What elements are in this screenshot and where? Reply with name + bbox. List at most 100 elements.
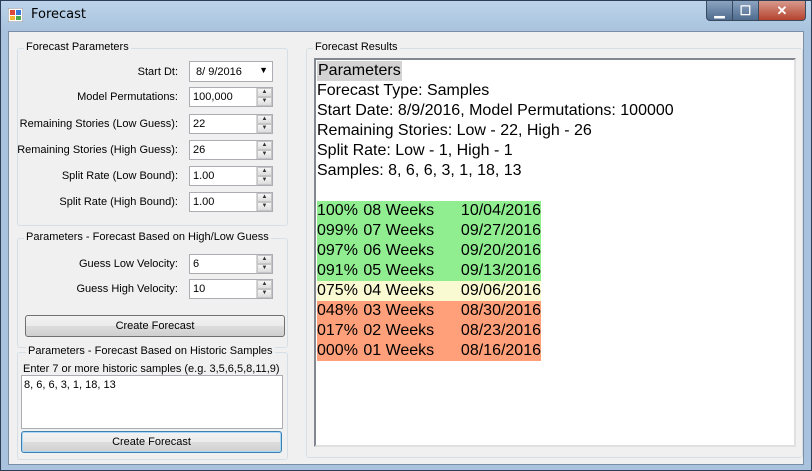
forecast-weeks: 08 Weeks (363, 202, 435, 219)
forecast-percent: 097% (317, 242, 358, 259)
results-line: Start Date: 8/9/2016, Model Permutations… (317, 102, 674, 119)
split-rate-high-label: Split Rate (High Bound): (59, 196, 178, 208)
spin-up-icon[interactable]: ▲ (257, 193, 272, 202)
remaining-stories-low-value[interactable]: 22 (190, 115, 256, 133)
spinner[interactable]: ▲ ▼ (256, 115, 272, 133)
guess-high-velocity-value[interactable]: 10 (190, 280, 256, 298)
maximize-icon: ☐ (739, 2, 752, 18)
split-rate-low-value[interactable]: 1.00 (190, 167, 256, 185)
spin-down-icon[interactable]: ▼ (257, 176, 272, 185)
spin-up-icon[interactable]: ▲ (257, 88, 272, 97)
spin-up-icon[interactable]: ▲ (257, 115, 272, 124)
forecast-date: 08/23/2016 (460, 322, 541, 339)
title-bar[interactable]: Forecast ▁ ☐ ✕ (1, 1, 811, 31)
guess-high-velocity-label: Guess High Velocity: (76, 283, 179, 295)
split-rate-low-label: Split Rate (Low Bound): (61, 170, 178, 182)
forecast-weeks: 06 Weeks (363, 242, 435, 259)
spinner[interactable]: ▲ ▼ (256, 88, 272, 106)
split-rate-low-input[interactable]: 1.00 ▲ ▼ (189, 166, 273, 186)
results-line: Remaining Stories: Low - 22, High - 26 (317, 122, 592, 139)
spinner[interactable]: ▲ ▼ (256, 280, 272, 298)
forecast-percent: 091% (317, 262, 358, 279)
results-line: Forecast Type: Samples (317, 82, 490, 99)
forecast-parameters-title: Forecast Parameters (24, 41, 131, 53)
model-permutations-value[interactable]: 100,000 (190, 88, 256, 106)
spin-down-icon[interactable]: ▼ (257, 124, 272, 133)
start-dt-label: Start Dt: (137, 66, 178, 78)
remaining-stories-low-input[interactable]: 22 ▲ ▼ (189, 114, 273, 134)
close-button[interactable]: ✕ (759, 1, 806, 21)
minimize-icon: ▁ (714, 2, 725, 18)
spin-up-icon[interactable]: ▲ (257, 141, 272, 150)
forecast-percent: 075% (317, 282, 358, 299)
forecast-date: 09/20/2016 (460, 242, 541, 259)
client-area: Forecast Parameters Start Dt: 8/ 9/2016 … (8, 31, 804, 465)
forecast-window: Forecast ▁ ☐ ✕ Forecast Parameters Start… (0, 0, 812, 471)
forecast-weeks: 03 Weeks (363, 302, 435, 319)
forecast-results-box[interactable]: Parameters Forecast Type: Samples Start … (314, 58, 796, 447)
spinner[interactable]: ▲ ▼ (256, 167, 272, 185)
chevron-down-icon[interactable]: ▼ (259, 65, 268, 75)
forecast-percent: 048% (317, 302, 358, 319)
guess-low-velocity-input[interactable]: 6 ▲ ▼ (189, 254, 273, 274)
forecast-row: 097% 06 Weeks 09/20/2016 (317, 241, 541, 261)
forecast-row: 100% 08 Weeks 10/04/2016 (317, 201, 541, 221)
historic-parameters-title: Parameters - Forecast Based on Historic … (26, 345, 275, 357)
create-forecast-guess-button[interactable]: Create Forecast (25, 315, 285, 337)
spin-down-icon[interactable]: ▼ (257, 202, 272, 211)
forecast-row: 075% 04 Weeks 09/06/2016 (317, 281, 541, 301)
create-forecast-historic-label: Create Forecast (112, 436, 191, 448)
spin-down-icon[interactable]: ▼ (257, 97, 272, 106)
spin-up-icon[interactable]: ▲ (257, 167, 272, 176)
start-date-value: 8/ 9/2016 (196, 66, 242, 78)
window-title: Forecast (31, 7, 87, 22)
spinner[interactable]: ▲ ▼ (256, 255, 272, 273)
guess-low-velocity-value[interactable]: 6 (190, 255, 256, 273)
results-line: Samples: 8, 6, 6, 3, 1, 18, 13 (317, 162, 522, 179)
forecast-row: 048% 03 Weeks 08/30/2016 (317, 301, 541, 321)
forecast-date: 09/06/2016 (460, 282, 541, 299)
forecast-table: 100% 08 Weeks 10/04/2016 099% 07 Weeks 09/27… (317, 201, 794, 361)
spin-down-icon[interactable]: ▼ (257, 150, 272, 159)
forecast-date: 08/30/2016 (460, 302, 541, 319)
forecast-percent: 000% (317, 342, 358, 359)
create-forecast-historic-button[interactable]: Create Forecast (21, 431, 282, 453)
app-icon (8, 8, 23, 22)
split-rate-high-input[interactable]: 1.00 ▲ ▼ (189, 192, 273, 212)
remaining-stories-high-input[interactable]: 26 ▲ ▼ (189, 140, 273, 160)
historic-samples-hint: Enter 7 or more historic samples (e.g. 3… (23, 363, 280, 375)
forecast-weeks: 07 Weeks (363, 222, 435, 239)
minimize-button[interactable]: ▁ (706, 1, 733, 21)
forecast-weeks: 02 Weeks (363, 322, 435, 339)
forecast-date: 10/04/2016 (460, 202, 541, 219)
forecast-weeks: 04 Weeks (363, 282, 435, 299)
forecast-row: 091% 05 Weeks 09/13/2016 (317, 261, 541, 281)
start-date-picker[interactable]: 8/ 9/2016 ▼ (189, 61, 273, 82)
forecast-date: 09/13/2016 (460, 262, 541, 279)
spin-up-icon[interactable]: ▲ (257, 280, 272, 289)
forecast-row: 017% 02 Weeks 08/23/2016 (317, 321, 541, 341)
maximize-button[interactable]: ☐ (733, 1, 759, 21)
forecast-percent: 099% (317, 222, 358, 239)
results-heading: Parameters (317, 61, 402, 81)
remaining-stories-high-label: Remaining Stories (High Guess): (17, 144, 178, 156)
spin-down-icon[interactable]: ▼ (257, 289, 272, 298)
remaining-stories-low-label: Remaining Stories (Low Guess): (19, 118, 178, 130)
guess-high-velocity-input[interactable]: 10 ▲ ▼ (189, 279, 273, 299)
forecast-row: 000% 01 Weeks 08/16/2016 (317, 341, 541, 361)
model-permutations-label: Model Permutations: (77, 91, 178, 103)
historic-samples-value[interactable]: 8, 6, 6, 3, 1, 18, 13 (24, 379, 116, 391)
forecast-percent: 017% (317, 322, 358, 339)
close-icon: ✕ (776, 2, 788, 18)
spinner[interactable]: ▲ ▼ (256, 193, 272, 211)
spin-up-icon[interactable]: ▲ (257, 255, 272, 264)
spinner[interactable]: ▲ ▼ (256, 141, 272, 159)
guess-low-velocity-label: Guess Low Velocity: (78, 258, 178, 270)
split-rate-high-value[interactable]: 1.00 (190, 193, 256, 211)
remaining-stories-high-value[interactable]: 26 (190, 141, 256, 159)
create-forecast-guess-label: Create Forecast (115, 320, 195, 332)
model-permutations-input[interactable]: 100,000 ▲ ▼ (189, 87, 273, 107)
guess-parameters-title: Parameters - Forecast Based on High/Low … (24, 231, 271, 243)
historic-samples-input[interactable]: 8, 6, 6, 3, 1, 18, 13 (21, 375, 283, 429)
spin-down-icon[interactable]: ▼ (257, 264, 272, 273)
